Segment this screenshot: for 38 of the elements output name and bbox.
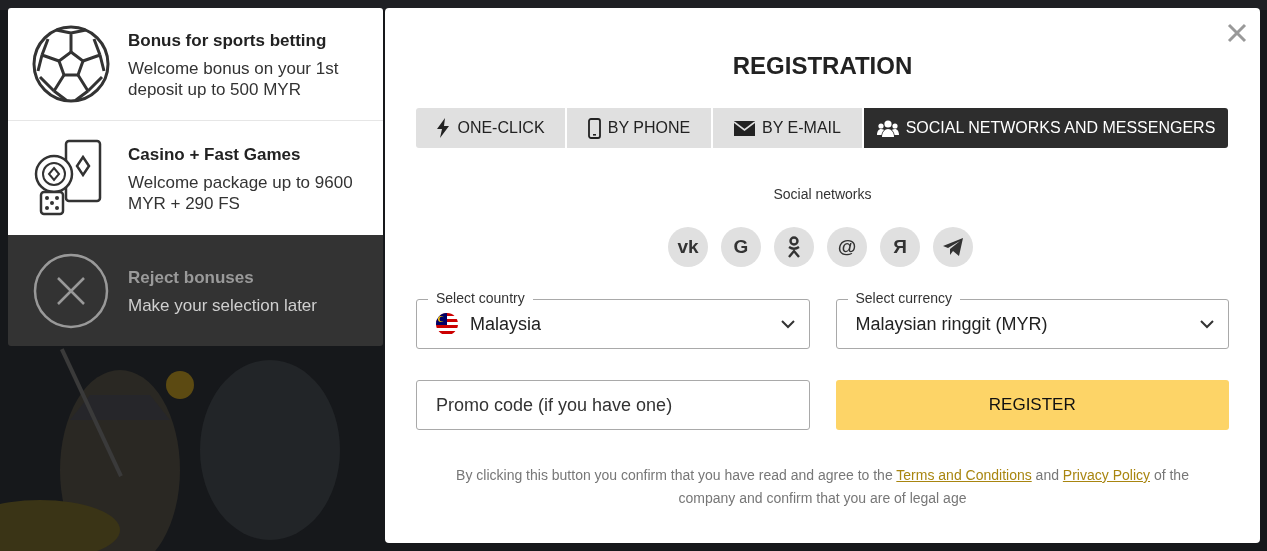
social-login-button[interactable]: [774, 227, 814, 267]
field-value: Malaysia: [470, 312, 543, 336]
social-login-button[interactable]: vk: [668, 227, 708, 267]
chevron-down-icon: [1200, 319, 1214, 329]
lightning-icon: [436, 118, 451, 138]
bonus-title: Reject bonuses: [128, 267, 255, 290]
social-login-button[interactable]: G: [721, 227, 761, 267]
tab[interactable]: ONE-CLICK: [416, 108, 565, 148]
envelope-icon: [734, 120, 756, 136]
register-button[interactable]: REGISTER: [835, 380, 1229, 430]
stick-figure-icon: [787, 236, 801, 258]
social-login-button[interactable]: Я: [880, 227, 920, 267]
phone-icon: [587, 117, 601, 139]
close-circle-icon: [32, 251, 110, 330]
people-icon: [876, 119, 899, 137]
bonus-description: Welcome bonus on your 1st deposit up to 500 MYR: [128, 57, 340, 100]
chevron-down-icon: [780, 319, 795, 329]
bonus-description: Make your selection later: [128, 294, 317, 316]
tab[interactable]: BY PHONE: [567, 108, 711, 148]
flag-icon: [436, 313, 458, 335]
social-login-button[interactable]: [933, 227, 973, 267]
field-label: Select currency: [847, 289, 960, 307]
tab[interactable]: SOCIAL NETWORKS AND MESSENGERS: [864, 108, 1228, 148]
disclaimer-text: By clicking this button you confirm that you have read and agree to the Terms and Conditions and Privacy Policy of the company and confirm that you are of legal age: [455, 466, 1190, 508]
link[interactable]: Terms and Conditions: [896, 467, 1032, 483]
dialog-title: REGISTRATION: [731, 51, 914, 81]
social-login-button[interactable]: @: [827, 227, 867, 267]
promo-code-field[interactable]: Promo code (if you have one): [416, 380, 810, 430]
field-label: Select country: [428, 289, 533, 307]
field-value: Malaysian ringgit (MYR): [855, 312, 1049, 336]
section-label: Social networks: [772, 185, 873, 204]
tab[interactable]: BY E-MAIL: [713, 108, 862, 148]
bonus-description: Welcome package up to 9600 MYR + 290 FS: [128, 171, 354, 214]
bonus-title: Bonus for sports betting: [128, 30, 328, 52]
paper-plane-icon: [943, 238, 963, 256]
bonus-title: Casino + Fast Games: [128, 144, 302, 166]
link[interactable]: Privacy Policy: [1062, 467, 1150, 483]
soccer-ball-icon: [32, 25, 110, 103]
